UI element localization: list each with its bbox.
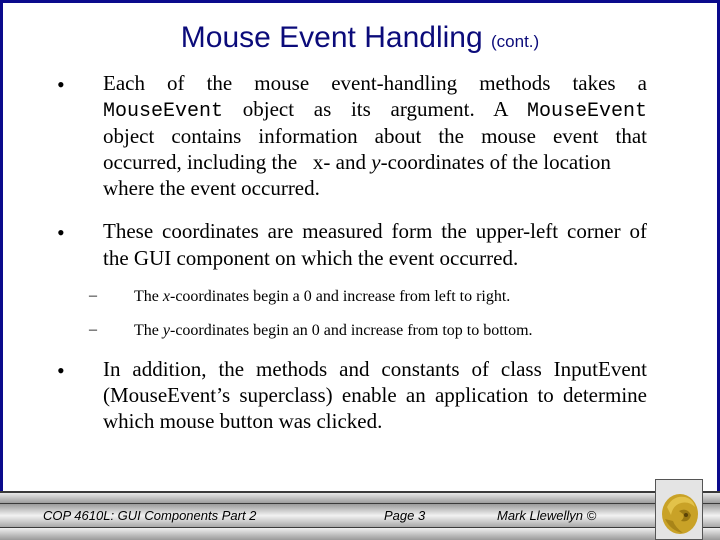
footer-course: COP 4610L: GUI Components Part 2 [43, 508, 257, 523]
bullet-icon: • [57, 72, 65, 97]
italic-x: x [162, 288, 170, 305]
bullet-2-line-2: the GUI component on which the event occ… [103, 246, 519, 270]
bullet-3-line-2: (MouseEvent’s superclass) enable an appl… [103, 383, 647, 407]
bullet-icon: • [57, 220, 65, 245]
bullet-1-line-1: Each of the mouse event-handling methods… [103, 71, 647, 95]
footer-bar-bottom [0, 528, 720, 540]
bullet-1-line-4: occurred, including the x- and y-coordin… [103, 149, 647, 176]
code-mouseevent: MouseEvent [526, 100, 647, 123]
bullet-1-line-3: object contains information about the mo… [103, 124, 647, 148]
bullet-1-line-5: where the event occurred. [103, 176, 320, 200]
italic-y: y [162, 322, 170, 339]
bullet-3-line-1: In addition, the methods and constants o… [103, 357, 647, 381]
bullet-2-line-1: These coordinates are measured form the … [103, 219, 647, 243]
bullet-3-line-3: which mouse button was clicked. [103, 409, 383, 433]
bullet-1-text: object as its argument. A [223, 97, 527, 121]
footer-page-number: Page 3 [384, 508, 426, 523]
sub-text: The [134, 288, 163, 305]
sub-item-1: The x-coordinates begin a 0 and increase… [134, 287, 654, 307]
slide-title: Mouse Event Handling (cont.) [0, 18, 720, 62]
title-suffix: (cont.) [491, 32, 540, 51]
footer-author: Mark Llewellyn © [497, 508, 597, 523]
title-text: Mouse Event Handling [180, 21, 483, 54]
sub-text: -coordinates begin a 0 and increase from… [169, 288, 511, 305]
footer-bar-top [0, 491, 720, 504]
bullet-1-text: -coordinates of the location [380, 150, 611, 174]
dash-icon: – [89, 287, 97, 304]
bullet-1-text: occurred, including the x- and [103, 150, 372, 174]
sub-text: The [134, 322, 163, 339]
slide: Mouse Event Handling (cont.) • Each of t… [0, 0, 720, 540]
bullet-1-line-2: MouseEvent object as its argument. A Mou… [103, 96, 647, 126]
logo-box [655, 479, 703, 540]
pegasus-logo-icon [662, 494, 698, 534]
sub-item-2: The y-coordinates begin an 0 and increas… [134, 321, 654, 341]
dash-icon: – [89, 321, 97, 338]
bullet-icon: • [57, 358, 65, 383]
sub-text: -coordinates begin an 0 and increase fro… [169, 322, 533, 339]
italic-y: y [371, 150, 381, 174]
code-mouseevent: MouseEvent [103, 100, 224, 123]
